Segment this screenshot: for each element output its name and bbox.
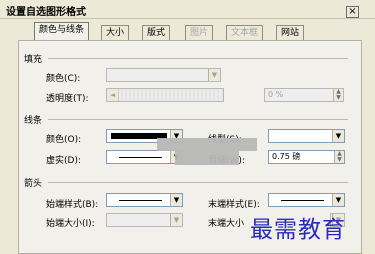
begin-size-label: 始端大小(I):: [46, 219, 95, 229]
begin-style-preview: [119, 200, 162, 201]
arrows-divider: [48, 182, 348, 183]
arrows-section-label: 箭头: [24, 179, 43, 189]
spin-arrows-icon[interactable]: ▲ ▼: [333, 89, 343, 101]
line-section-label: 线条: [24, 116, 43, 126]
blur-overlay-2: [175, 151, 239, 165]
chevron-down-icon: ▼: [332, 194, 344, 206]
line-weight-field[interactable]: 0.75 磅 ▲ ▼: [268, 150, 345, 164]
slider-track[interactable]: [119, 89, 223, 101]
line-dash-preview: [119, 157, 162, 158]
line-color-label: 颜色(O):: [46, 135, 82, 145]
begin-style-dropdown[interactable]: ▼: [106, 193, 183, 207]
chevron-down-icon: ▼: [332, 130, 344, 142]
begin-style-label: 始端样式(B):: [46, 200, 99, 210]
line-dash-dropdown[interactable]: ▼: [106, 150, 183, 164]
fill-divider: [48, 58, 348, 59]
chevron-down-icon: ▼: [208, 69, 220, 81]
fill-color-label: 颜色(C):: [46, 74, 81, 84]
end-style-label: 末端样式(E):: [208, 200, 260, 210]
blur-overlay: [157, 138, 257, 151]
line-dash-label: 虚实(D):: [46, 156, 81, 166]
fill-transparency-slider[interactable]: ◄: [106, 88, 224, 102]
tab-textbox[interactable]: 文本框: [226, 25, 264, 41]
fill-transparency-value: 0 %: [268, 90, 284, 99]
fill-transparency-field[interactable]: 0 % ▲ ▼: [264, 88, 344, 102]
spin-arrows-icon[interactable]: ▲ ▼: [334, 151, 344, 163]
close-button[interactable]: ×: [346, 6, 359, 18]
line-style-dropdown[interactable]: ▼: [268, 129, 345, 143]
end-size-label: 末端大小: [208, 219, 245, 229]
line-divider: [48, 119, 348, 120]
tab-website[interactable]: 网站: [276, 25, 305, 41]
title-bar: 设置自选图形格式 ×: [0, 0, 375, 19]
fill-transparency-label: 透明度(T):: [46, 94, 89, 104]
chevron-down-icon: ▼: [170, 214, 182, 226]
begin-size-dropdown[interactable]: ▼: [106, 213, 183, 227]
end-style-preview: [281, 200, 324, 201]
tab-layout[interactable]: 版式: [142, 25, 171, 41]
tab-size[interactable]: 大小: [101, 25, 130, 41]
end-style-dropdown[interactable]: ▼: [268, 193, 345, 207]
line-weight-value: 0.75 磅: [272, 152, 301, 161]
watermark-text: 最需教育: [250, 217, 346, 243]
fill-color-dropdown[interactable]: ▼: [106, 68, 221, 82]
dialog-title: 设置自选图形格式: [6, 7, 86, 18]
tab-picture[interactable]: 图片: [185, 25, 214, 41]
fill-section-label: 填充: [24, 55, 43, 65]
slider-left-icon[interactable]: ◄: [107, 89, 119, 101]
chevron-down-icon: ▼: [170, 194, 182, 206]
tab-colors-and-lines[interactable]: 颜色与线条: [34, 22, 90, 42]
